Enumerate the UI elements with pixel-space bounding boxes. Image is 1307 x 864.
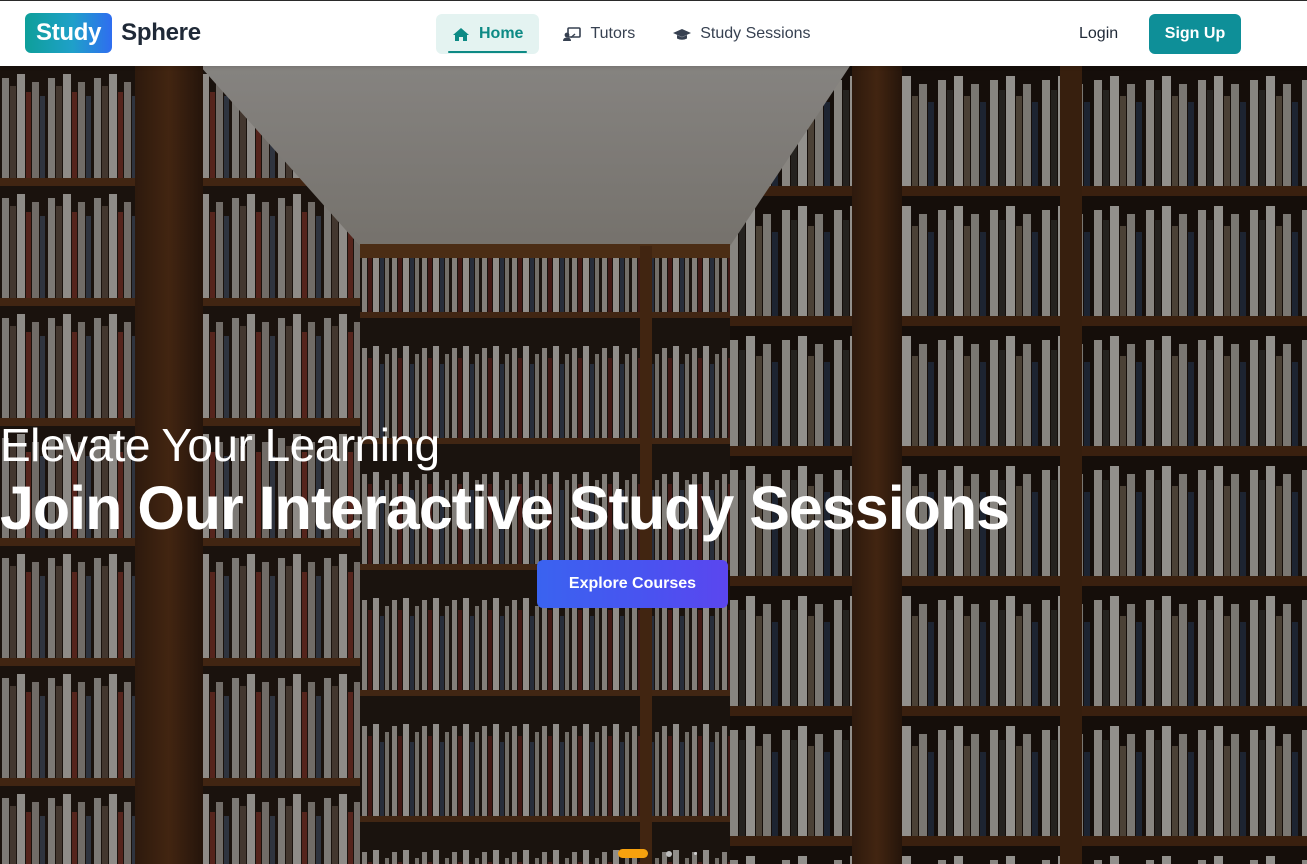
- logo-badge: Study: [25, 13, 113, 53]
- hero-title: Join Our Interactive Study Sessions: [0, 474, 1010, 542]
- carousel-indicators: [618, 849, 697, 858]
- explore-courses-button[interactable]: Explore Courses: [537, 560, 728, 608]
- logo[interactable]: Study Sphere: [25, 13, 201, 53]
- carousel-dot-1[interactable]: [618, 849, 648, 858]
- nav-item-label: Tutors: [590, 25, 636, 42]
- nav-item-home[interactable]: Home: [436, 14, 540, 54]
- home-icon: [453, 27, 469, 41]
- chalkboard-teacher-icon: [563, 26, 582, 41]
- nav-item-label: Home: [479, 25, 524, 42]
- carousel-dot-3[interactable]: [694, 852, 697, 855]
- hero-carousel: Elevate Your Learning Join Our Interacti…: [0, 66, 1307, 864]
- navbar: Study Sphere Home Tutors Study Sessions: [0, 0, 1307, 66]
- signup-button[interactable]: Sign Up: [1149, 14, 1241, 54]
- nav-item-label: Study Sessions: [700, 25, 811, 42]
- login-link[interactable]: Login: [1064, 14, 1133, 54]
- nav-item-tutors[interactable]: Tutors: [547, 14, 651, 54]
- logo-text: Sphere: [121, 19, 201, 46]
- main-nav: Home Tutors Study Sessions: [436, 14, 826, 54]
- carousel-dot-2[interactable]: [666, 850, 672, 857]
- hero-subtitle: Elevate Your Learning: [0, 419, 440, 471]
- nav-item-study-sessions[interactable]: Study Sessions: [657, 14, 826, 54]
- graduation-cap-icon: [673, 28, 692, 40]
